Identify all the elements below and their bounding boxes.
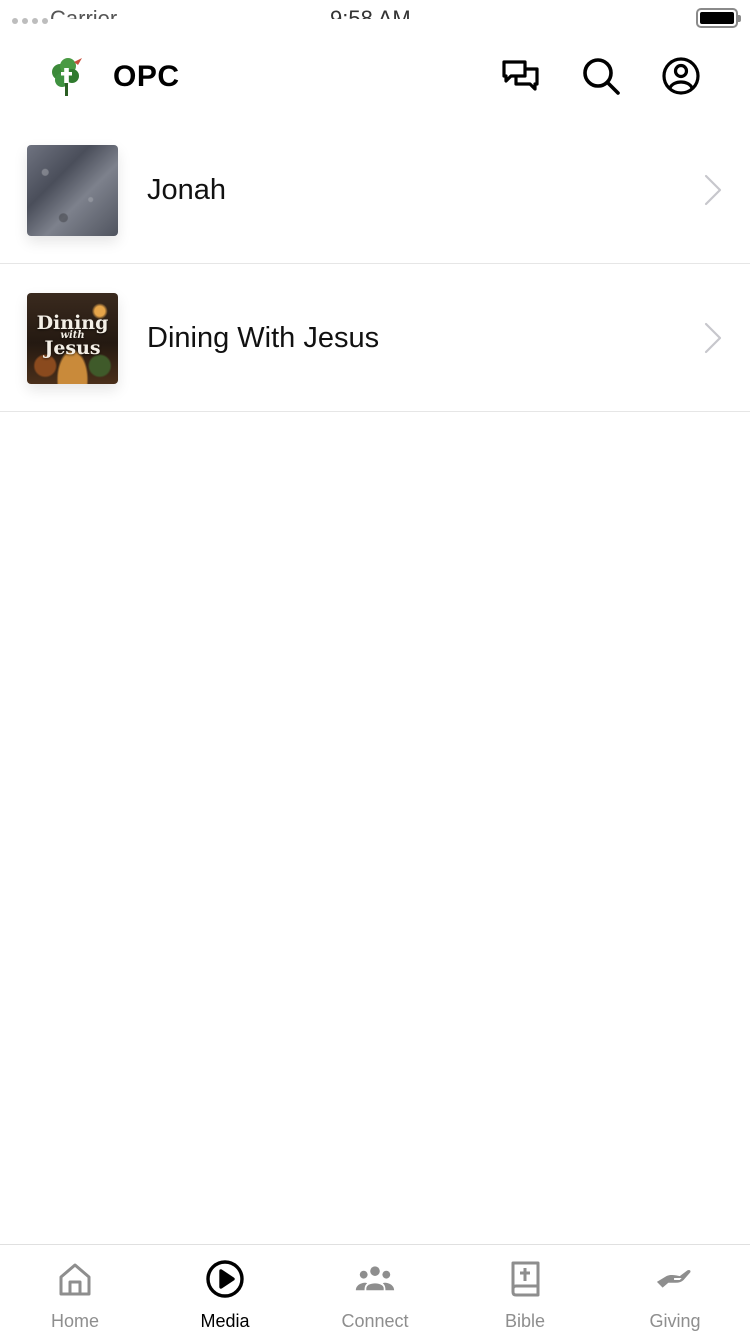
tab-bible[interactable]: Bible xyxy=(450,1245,600,1334)
search-icon[interactable] xyxy=(581,56,621,96)
app-title: OPC xyxy=(113,60,180,93)
tab-label: Media xyxy=(200,1311,250,1331)
list-item[interactable]: Dining with Jesus Dining With Jesus xyxy=(0,264,750,412)
tab-connect[interactable]: Connect xyxy=(300,1245,450,1334)
giving-hand-icon xyxy=(655,1259,695,1299)
media-list: Jonah Dining with Jesus Dining With Jesu… xyxy=(0,116,750,412)
series-thumbnail: Dining with Jesus xyxy=(27,293,118,384)
tab-bar: Home Media Connect Bible Giving xyxy=(0,1244,750,1334)
series-thumbnail xyxy=(27,145,118,236)
home-icon xyxy=(55,1259,95,1299)
battery-icon xyxy=(696,8,741,28)
tab-media[interactable]: Media xyxy=(150,1245,300,1334)
status-time: 9:58 AM xyxy=(330,6,411,31)
chat-bubbles-icon[interactable] xyxy=(501,56,541,96)
signal-icon xyxy=(12,18,48,24)
thumbnail-text: Jesus xyxy=(44,337,101,359)
people-icon xyxy=(355,1259,395,1299)
media-screen: Carrier 9:58 AM OPC Jonah Dining with Je… xyxy=(0,0,750,1334)
tree-cross-logo xyxy=(52,58,82,96)
bible-icon xyxy=(505,1259,545,1299)
account-icon[interactable] xyxy=(661,56,701,96)
carrier-label: Carrier xyxy=(50,8,118,30)
chevron-right-icon xyxy=(704,322,722,354)
play-circle-icon xyxy=(205,1259,245,1299)
list-item[interactable]: Jonah xyxy=(0,116,750,264)
series-title: Jonah xyxy=(147,174,227,206)
chevron-right-icon xyxy=(704,174,722,206)
status-bar: Carrier 9:58 AM xyxy=(0,0,750,40)
app-header: OPC xyxy=(0,44,750,114)
tab-label: Bible xyxy=(504,1311,546,1331)
series-title: Dining With Jesus xyxy=(147,322,380,354)
tab-giving[interactable]: Giving xyxy=(600,1245,750,1334)
tab-home[interactable]: Home xyxy=(0,1245,150,1334)
tab-label: Giving xyxy=(649,1311,701,1331)
tab-label: Connect xyxy=(341,1311,409,1331)
tab-label: Home xyxy=(50,1311,99,1331)
